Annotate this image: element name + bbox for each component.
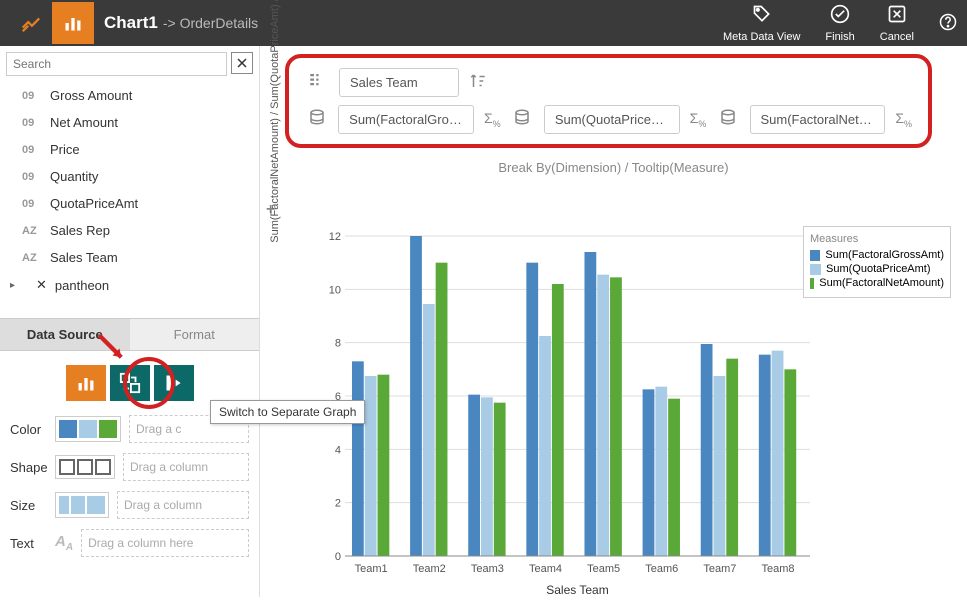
sigma-icon[interactable]: Σ%	[690, 110, 707, 129]
measure-icon	[305, 108, 328, 131]
field-item[interactable]: 09Quantity	[0, 163, 259, 190]
encoding-shape: Shape Drag a column	[10, 453, 249, 481]
break-by-label: Break By(Dimension) / Tooltip(Measure)	[270, 160, 957, 175]
svg-text:Team3: Team3	[471, 563, 504, 575]
color-swatches[interactable]	[55, 416, 121, 442]
chart-area: Sum(FactoralNetAmount) / Sum(QuotaPriceA…	[280, 226, 957, 587]
svg-text:2: 2	[335, 498, 341, 510]
svg-text:Team6: Team6	[645, 563, 678, 575]
field-item[interactable]: AZSales Rep	[0, 217, 259, 244]
text-icon: AA	[55, 533, 73, 553]
svg-text:8: 8	[335, 338, 341, 350]
measure-icon	[716, 108, 739, 131]
tooltip: Switch to Separate Graph	[210, 400, 365, 424]
chart-subtitle: -> OrderDetails	[163, 15, 258, 31]
cancel-button[interactable]: Cancel	[880, 4, 914, 43]
svg-text:Team7: Team7	[703, 563, 736, 575]
bar-chart[interactable]: 024681012Team1Team2Team3Team4Team5Team6T…	[325, 226, 815, 606]
shape-swatches[interactable]	[55, 455, 115, 479]
chart-title: Chart1	[104, 13, 158, 33]
encoding-size: Size Drag a column	[10, 491, 249, 519]
dimension-pill[interactable]: Sales Team	[339, 68, 459, 97]
search-close-button[interactable]	[231, 52, 253, 74]
measure-pill[interactable]: Sum(FactoralNetA...	[750, 105, 886, 134]
y-axis-label: Sum(FactoralNetAmount) / Sum(QuotaPriceA…	[269, 0, 281, 242]
size-swatches[interactable]	[55, 492, 109, 518]
dimension-icon	[305, 71, 329, 94]
panel-tabs: Data Source Format	[0, 318, 259, 351]
check-circle-icon	[825, 4, 854, 29]
app-header: Chart1 -> OrderDetails Meta Data View Fi…	[0, 0, 967, 46]
left-panel: 09Gross Amount09Net Amount09Price09Quant…	[0, 46, 260, 597]
field-item[interactable]: 09Net Amount	[0, 109, 259, 136]
x-square-icon	[880, 4, 914, 29]
shape-dropzone[interactable]: Drag a column	[123, 453, 249, 481]
field-item[interactable]: AZSales Team	[0, 244, 259, 271]
text-dropzone[interactable]: Drag a column here	[81, 529, 249, 557]
legend-item[interactable]: Sum(QuotaPriceAmt)	[810, 263, 944, 275]
view-toggle-third[interactable]	[154, 365, 194, 401]
sigma-icon[interactable]: Σ%	[484, 110, 501, 129]
field-item[interactable]: 09QuotaPriceAmt	[0, 190, 259, 217]
legend-item[interactable]: Sum(FactoralNetAmount)	[810, 277, 944, 289]
encoding-shelves: Color Drag a c Shape Drag a column Size …	[0, 415, 259, 567]
meta-data-view-button[interactable]: Meta Data View	[723, 4, 800, 43]
search-input[interactable]	[6, 52, 227, 76]
svg-text:4: 4	[335, 444, 341, 456]
tag-icon	[723, 4, 800, 29]
svg-text:Sales Team: Sales Team	[546, 583, 608, 597]
view-toggle-combined[interactable]	[66, 365, 106, 401]
size-dropzone[interactable]: Drag a column	[117, 491, 249, 519]
svg-text:Team8: Team8	[762, 563, 795, 575]
legend-item[interactable]: Sum(FactoralGrossAmt)	[810, 249, 944, 261]
tab-format[interactable]: Format	[130, 319, 260, 350]
view-toggle-separate[interactable]	[110, 365, 150, 401]
field-list[interactable]: 09Gross Amount09Net Amount09Price09Quant…	[0, 82, 259, 318]
svg-text:Team4: Team4	[529, 563, 562, 575]
field-item[interactable]: ▸✕pantheon	[0, 271, 259, 299]
sigma-icon[interactable]: Σ%	[895, 110, 912, 129]
svg-text:0: 0	[335, 551, 341, 563]
chart-legend: Measures Sum(FactoralGrossAmt)Sum(QuotaP…	[803, 226, 951, 298]
field-item[interactable]: 09Gross Amount	[0, 82, 259, 109]
sort-icon[interactable]	[469, 72, 487, 93]
finish-button[interactable]: Finish	[825, 4, 854, 43]
config-highlighted-box: Sales Team Sum(FactoralGross... Σ% Sum(Quo…	[285, 54, 932, 148]
svg-text:12: 12	[329, 231, 341, 243]
svg-text:10: 10	[329, 284, 341, 296]
chart-type-icon[interactable]	[52, 2, 94, 44]
measure-icon	[511, 108, 534, 131]
field-item[interactable]: 09Price	[0, 136, 259, 163]
encoding-text: Text AA Drag a column here	[10, 529, 249, 557]
measure-pill[interactable]: Sum(FactoralGross...	[338, 105, 474, 134]
app-logo-icon[interactable]	[10, 2, 52, 44]
svg-text:Team1: Team1	[355, 563, 388, 575]
tab-data-source[interactable]: Data Source	[0, 319, 130, 350]
chart-panel: Sales Team Sum(FactoralGross... Σ% Sum(Quo…	[260, 46, 967, 597]
measure-pill[interactable]: Sum(QuotaPriceA...	[544, 105, 680, 134]
help-button[interactable]	[939, 13, 957, 34]
svg-text:Team5: Team5	[587, 563, 620, 575]
svg-text:Team2: Team2	[413, 563, 446, 575]
